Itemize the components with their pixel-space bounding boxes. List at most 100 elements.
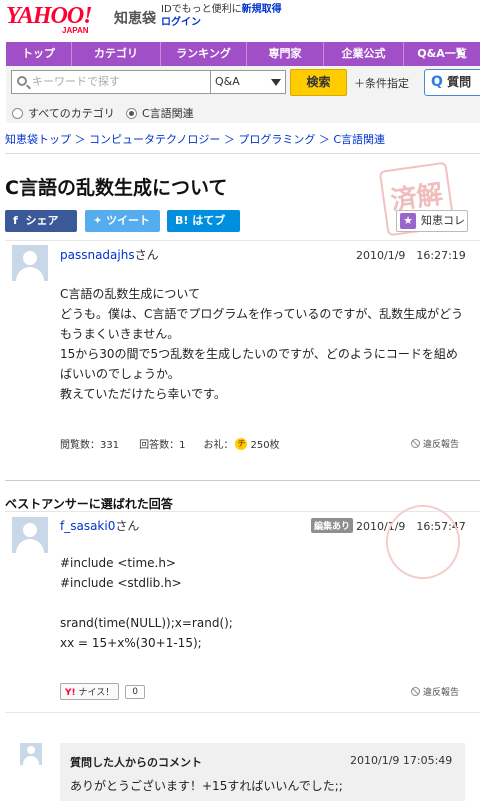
search-placeholder: キーワードで探す — [32, 75, 120, 88]
facebook-share-button[interactable]: f シェア — [5, 210, 77, 232]
twitter-bird-icon: ✦ — [93, 214, 103, 227]
best-answer-heading: ベストアンサーに選ばれた回答 — [5, 497, 173, 511]
nav-item-official[interactable]: 企業公式 — [324, 42, 404, 66]
report-icon — [411, 439, 420, 448]
search-input[interactable]: キーワードで探す — [11, 70, 214, 94]
ask-question-label: 質問 — [447, 75, 472, 89]
logo-sub: JAPAN — [62, 26, 89, 35]
nav-item-category[interactable]: カテゴリ — [72, 42, 161, 66]
edited-badge: 編集あり — [311, 518, 354, 533]
category-radio-group: すべてのカテゴリ C言語関連 — [6, 99, 480, 123]
question-stats: 閲覧数：331 回答数：1 お礼： チ 250枚 — [60, 436, 280, 451]
avatar-head-icon — [23, 523, 37, 537]
comment-timestamp: 2010/1/9 17:05:49 — [350, 754, 453, 767]
radio-c-language[interactable]: C言語関連 — [126, 105, 194, 121]
search-icon — [17, 76, 27, 86]
radio-all-categories[interactable]: すべてのカテゴリ — [12, 105, 115, 121]
facebook-share-label: シェア — [25, 214, 59, 227]
radio-c-label: C言語関連 — [142, 107, 194, 120]
search-conditions-link[interactable]: ＋条件指定 — [354, 75, 409, 91]
report-link[interactable]: 違反報告 — [411, 437, 459, 450]
nav-item-qa-list[interactable]: Q&A一覧 — [404, 42, 480, 66]
page-title: C言語の乱数生成について — [5, 177, 228, 199]
question-line: どうも。僕は、C言語でプログラムを作っているのですが、乱数生成がどう — [60, 307, 464, 321]
radio-dot-selected-icon — [126, 107, 137, 119]
nice-widget: Y! ナイス！ 0 — [60, 683, 145, 700]
radio-all-label: すべてのカテゴリ — [28, 107, 115, 120]
search-bar: キーワードで探す Q&A 検索 ＋条件指定 Q 質問 — [6, 66, 480, 99]
chiebukuro-brand[interactable]: 知恵袋 — [114, 8, 156, 28]
chie-collection-button[interactable]: ★ 知恵コレ — [396, 210, 468, 232]
question-timestamp: 2010/1/9 16:27:19 — [356, 249, 466, 262]
report-link[interactable]: 違反報告 — [411, 685, 459, 698]
nice-label: ナイス！ — [78, 688, 115, 698]
hatena-label: はてブ — [192, 214, 226, 227]
search-scope-select[interactable]: Q&A — [210, 70, 286, 94]
best-answer-flower-icon — [375, 494, 471, 590]
hatena-bookmark-button[interactable]: B! はてブ — [167, 210, 240, 232]
avatar-head-icon — [23, 251, 37, 265]
question-line: 教えていただけたら幸いです。 — [60, 387, 226, 401]
avatar[interactable] — [12, 517, 48, 553]
avatar-body-icon — [23, 756, 39, 765]
register-link[interactable]: 新規取得 — [242, 4, 282, 15]
star-icon: ★ — [400, 213, 416, 229]
nav-item-ranking[interactable]: ランキング — [161, 42, 247, 66]
breadcrumb[interactable]: 知恵袋トップ ＞ コンピュータテクノロジー ＞ プログラミング ＞ C言語関連 — [5, 131, 385, 147]
divider — [5, 153, 480, 154]
search-button[interactable]: 検索 — [290, 69, 347, 96]
coin-icon: チ — [235, 437, 248, 450]
comment-heading: 質問した人からのコメント — [70, 756, 202, 769]
search-scope-value: Q&A — [215, 75, 240, 88]
report-label: 違反報告 — [423, 440, 460, 450]
chie-collection-label: 知恵コレ — [421, 214, 465, 227]
login-note-text: IDでもっと便利に — [161, 4, 242, 15]
question-q-icon: Q — [431, 74, 443, 90]
report-icon — [411, 687, 420, 696]
honorific: さん — [134, 248, 159, 262]
question-body: C言語の乱数生成について どうも。僕は、C言語でプログラムを作っているのですが、… — [60, 284, 465, 404]
report-label: 違反報告 — [423, 688, 460, 698]
yahoo-y-icon: Y! — [65, 688, 76, 698]
divider — [5, 240, 480, 241]
avatar[interactable] — [20, 743, 42, 765]
hatena-icon: B! — [175, 214, 189, 227]
global-nav: トップ カテゴリ ランキング 専門家 企業公式 Q&A一覧 — [6, 42, 480, 66]
ask-question-button[interactable]: Q 質問 — [424, 69, 480, 96]
reward-amount: 250枚 — [250, 440, 280, 451]
nav-item-experts[interactable]: 専門家 — [247, 42, 324, 66]
answer-author[interactable]: f_sasaki0さん — [60, 517, 139, 534]
nav-item-top[interactable]: トップ — [6, 42, 72, 66]
answer-count: 回答数：1 — [139, 440, 186, 451]
avatar-head-icon — [27, 746, 35, 754]
avatar-body-icon — [16, 539, 44, 553]
answer-code: #include <time.h> #include <stdlib.h> sr… — [60, 556, 233, 650]
answer-author-name: f_sasaki0 — [60, 519, 116, 533]
divider — [5, 480, 480, 481]
dropdown-arrow-icon — [271, 79, 281, 86]
question-author[interactable]: passnadajhsさん — [60, 246, 159, 263]
avatar[interactable] — [12, 245, 48, 281]
question-line: ばいいのでしょうか。 — [60, 367, 180, 381]
nice-button[interactable]: Y! ナイス！ — [60, 683, 120, 700]
asker-comment: 質問した人からのコメント 2010/1/9 17:05:49 ありがとうございま… — [60, 743, 465, 801]
login-note: IDでもっと便利に新規取得 ログイン — [161, 3, 282, 29]
logo-text: YAHOO! — [6, 3, 93, 29]
twitter-share-label: ツイート — [106, 214, 151, 227]
comment-text: ありがとうございます！+15すればいいんでした;; — [70, 779, 343, 793]
question-line: C言語の乱数生成について — [60, 287, 201, 301]
facebook-icon: f — [13, 214, 18, 227]
nice-count: 0 — [125, 684, 145, 699]
twitter-share-button[interactable]: ✦ ツイート — [85, 210, 160, 232]
honorific: さん — [115, 519, 140, 533]
avatar-body-icon — [16, 267, 44, 281]
reward-label: お礼： — [203, 440, 234, 451]
view-count: 閲覧数：331 — [60, 440, 120, 451]
radio-dot-icon — [12, 107, 23, 119]
question-author-name: passnadajhs — [60, 248, 135, 262]
question-line: 15から30の間で5つ乱数を生成したいのですが、どのようにコードを組め — [60, 347, 458, 361]
question-line: もうまくいきません。 — [60, 327, 180, 341]
yahoo-japan-logo[interactable]: YAHOO! JAPAN — [6, 3, 112, 35]
login-link[interactable]: ログイン — [161, 17, 201, 28]
divider — [5, 712, 480, 713]
